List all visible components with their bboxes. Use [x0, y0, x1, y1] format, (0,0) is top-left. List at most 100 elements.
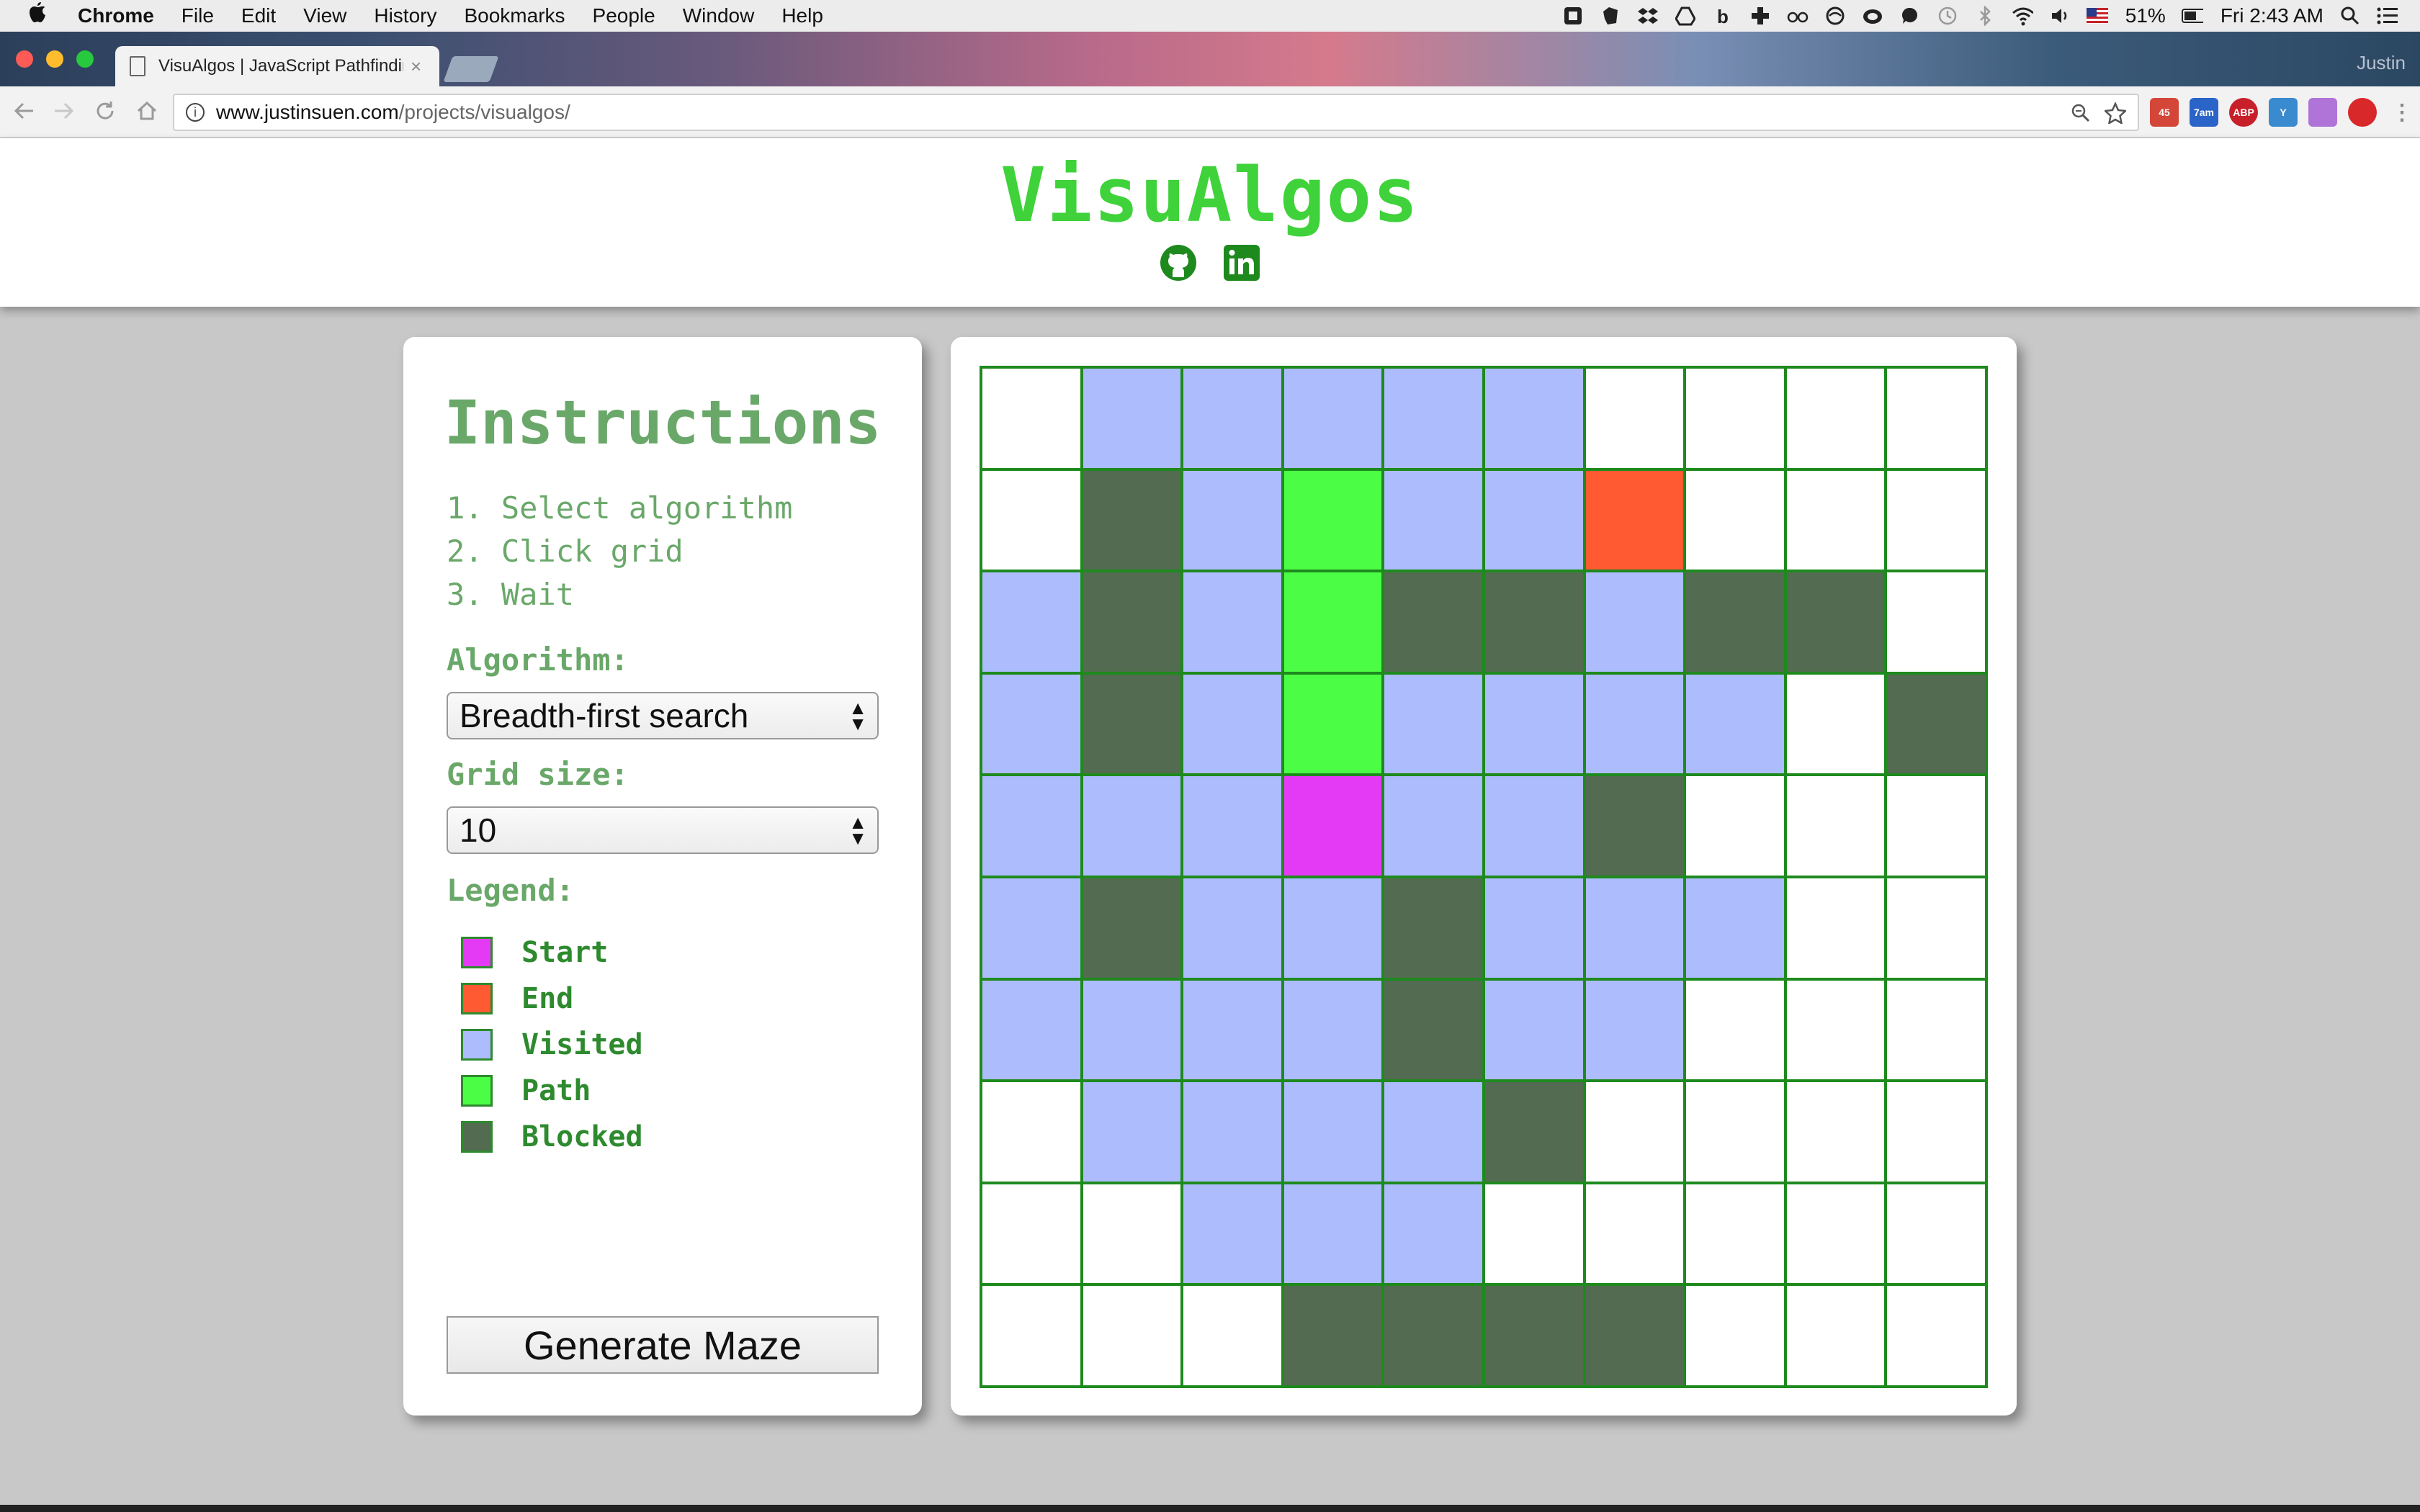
- grid-cell-end[interactable]: [1584, 469, 1685, 572]
- grid-cell-empty[interactable]: [1886, 571, 1986, 673]
- grid-cell-empty[interactable]: [1685, 978, 1785, 1081]
- grid-cell-blocked[interactable]: [1383, 571, 1484, 673]
- grid-cell-empty[interactable]: [1584, 1081, 1685, 1183]
- grid-cell-blocked[interactable]: [1383, 1284, 1484, 1387]
- grid-cell-empty[interactable]: [1785, 1182, 1886, 1285]
- grid-cell-empty[interactable]: [1886, 1081, 1986, 1183]
- spotlight-search-icon[interactable]: [2339, 5, 2361, 27]
- grid-cell-empty[interactable]: [1685, 469, 1785, 572]
- record-icon[interactable]: [2348, 98, 2377, 127]
- menu-window[interactable]: Window: [683, 4, 755, 27]
- tray-app-icon[interactable]: [1562, 5, 1584, 27]
- chrome-menu-icon[interactable]: ⋮: [2388, 98, 2416, 127]
- dropbox-icon[interactable]: [1637, 5, 1659, 27]
- grid-cell-empty[interactable]: [1484, 1182, 1585, 1285]
- grid-cell-blocked[interactable]: [1081, 877, 1183, 979]
- grid-cell-empty[interactable]: [1081, 1182, 1183, 1285]
- grid-cell-empty[interactable]: [1785, 1081, 1886, 1183]
- grid-cell-empty[interactable]: [1886, 1182, 1986, 1285]
- apple-menu-icon[interactable]: [29, 2, 50, 30]
- bluetooth-icon[interactable]: [1974, 5, 1996, 27]
- grid-cell-visited[interactable]: [1383, 1182, 1484, 1285]
- home-icon[interactable]: [133, 96, 161, 125]
- grid-cell-visited[interactable]: [1484, 367, 1585, 469]
- menu-bookmarks[interactable]: Bookmarks: [464, 4, 565, 27]
- grid-cell-empty[interactable]: [1685, 1284, 1785, 1387]
- grid-cell-visited[interactable]: [1383, 775, 1484, 877]
- grid-cell-visited[interactable]: [1484, 877, 1585, 979]
- zoom-icon[interactable]: [2069, 101, 2093, 125]
- site-info-icon[interactable]: i: [186, 103, 205, 122]
- grid-cell-blocked[interactable]: [1484, 1284, 1585, 1387]
- grid-cell-empty[interactable]: [1785, 775, 1886, 877]
- grid-cell-visited[interactable]: [1484, 978, 1585, 1081]
- grid-cell-visited[interactable]: [1383, 469, 1484, 572]
- grid-cell-empty[interactable]: [1785, 1284, 1886, 1387]
- grid-cell-visited[interactable]: [1484, 672, 1585, 775]
- grid-cell-visited[interactable]: [1182, 1182, 1283, 1285]
- grid-cell-empty[interactable]: [1785, 367, 1886, 469]
- grid-cell-visited[interactable]: [981, 978, 1082, 1081]
- grid-cell-visited[interactable]: [1182, 672, 1283, 775]
- grid-cell-empty[interactable]: [981, 1081, 1082, 1183]
- grid-cell-visited[interactable]: [1685, 672, 1785, 775]
- grid-cell-visited[interactable]: [981, 571, 1082, 673]
- grid-cell-visited[interactable]: [1584, 877, 1685, 979]
- circle-app-icon[interactable]: [1824, 5, 1846, 27]
- grid-cell-empty[interactable]: [981, 367, 1082, 469]
- menu-view[interactable]: View: [303, 4, 346, 27]
- menu-people[interactable]: People: [593, 4, 655, 27]
- grid-cell-empty[interactable]: [1886, 367, 1986, 469]
- grid-cell-visited[interactable]: [1182, 571, 1283, 673]
- grid-cell-path[interactable]: [1282, 672, 1384, 775]
- glasses-icon[interactable]: [1787, 5, 1809, 27]
- calendar-icon[interactable]: 7am: [2190, 98, 2218, 127]
- menu-app-name[interactable]: Chrome: [78, 4, 154, 27]
- window-zoom-button[interactable]: [76, 50, 94, 68]
- grid-cell-empty[interactable]: [981, 1182, 1082, 1285]
- grid-cell-visited[interactable]: [1282, 877, 1384, 979]
- bookmark-star-icon[interactable]: [2103, 101, 2128, 125]
- tab-close-icon[interactable]: ×: [411, 55, 421, 78]
- grid-cell-empty[interactable]: [1886, 469, 1986, 572]
- grid-cell-visited[interactable]: [1584, 571, 1685, 673]
- grid-cell-visited[interactable]: [1081, 367, 1183, 469]
- grid-cell-visited[interactable]: [1282, 367, 1384, 469]
- grid-cell-visited[interactable]: [1081, 978, 1183, 1081]
- grid-cell-empty[interactable]: [1785, 978, 1886, 1081]
- grid-cell-visited[interactable]: [1685, 877, 1785, 979]
- grid-cell-path[interactable]: [1282, 469, 1384, 572]
- grid-cell-visited[interactable]: [1182, 978, 1283, 1081]
- menu-edit[interactable]: Edit: [241, 4, 276, 27]
- grid-cell-empty[interactable]: [1785, 469, 1886, 572]
- grid-cell-visited[interactable]: [981, 775, 1082, 877]
- grid-cell-visited[interactable]: [981, 672, 1082, 775]
- grid-cell-empty[interactable]: [1886, 1284, 1986, 1387]
- new-tab-button[interactable]: [443, 56, 499, 82]
- grid-cell-visited[interactable]: [1484, 775, 1585, 877]
- time-machine-icon[interactable]: [1937, 5, 1958, 27]
- grid-cell-blocked[interactable]: [1484, 1081, 1585, 1183]
- menu-help[interactable]: Help: [781, 4, 823, 27]
- window-minimize-button[interactable]: [46, 50, 63, 68]
- grid-cell-blocked[interactable]: [1584, 1284, 1685, 1387]
- grid-cell-blocked[interactable]: [1685, 571, 1785, 673]
- us-flag-icon[interactable]: [2086, 5, 2108, 27]
- grid-cell-visited[interactable]: [1282, 978, 1384, 1081]
- grid-cell-blocked[interactable]: [1282, 1284, 1384, 1387]
- window-close-button[interactable]: [16, 50, 33, 68]
- grid-cell-empty[interactable]: [1685, 367, 1785, 469]
- algorithm-select[interactable]: Breadth-first search ▲ ▼: [447, 692, 879, 739]
- address-bar[interactable]: i www.justinsuen.com /projects/visualgos…: [173, 94, 2139, 131]
- wifi-icon[interactable]: [2012, 5, 2033, 27]
- evernote-icon[interactable]: [1600, 5, 1621, 27]
- grid-cell-visited[interactable]: [1182, 877, 1283, 979]
- notification-center-icon[interactable]: [2377, 5, 2398, 27]
- browser-tab-active[interactable]: VisuAlgos | JavaScript Pathfinding ×: [115, 46, 439, 86]
- linkedin-icon[interactable]: [1222, 243, 1261, 282]
- volume-icon[interactable]: [2049, 5, 2071, 27]
- creative-cloud-icon[interactable]: [1862, 5, 1883, 27]
- grid-cell-empty[interactable]: [1685, 775, 1785, 877]
- grid-cell-empty[interactable]: [1584, 367, 1685, 469]
- grid-cell-blocked[interactable]: [1383, 978, 1484, 1081]
